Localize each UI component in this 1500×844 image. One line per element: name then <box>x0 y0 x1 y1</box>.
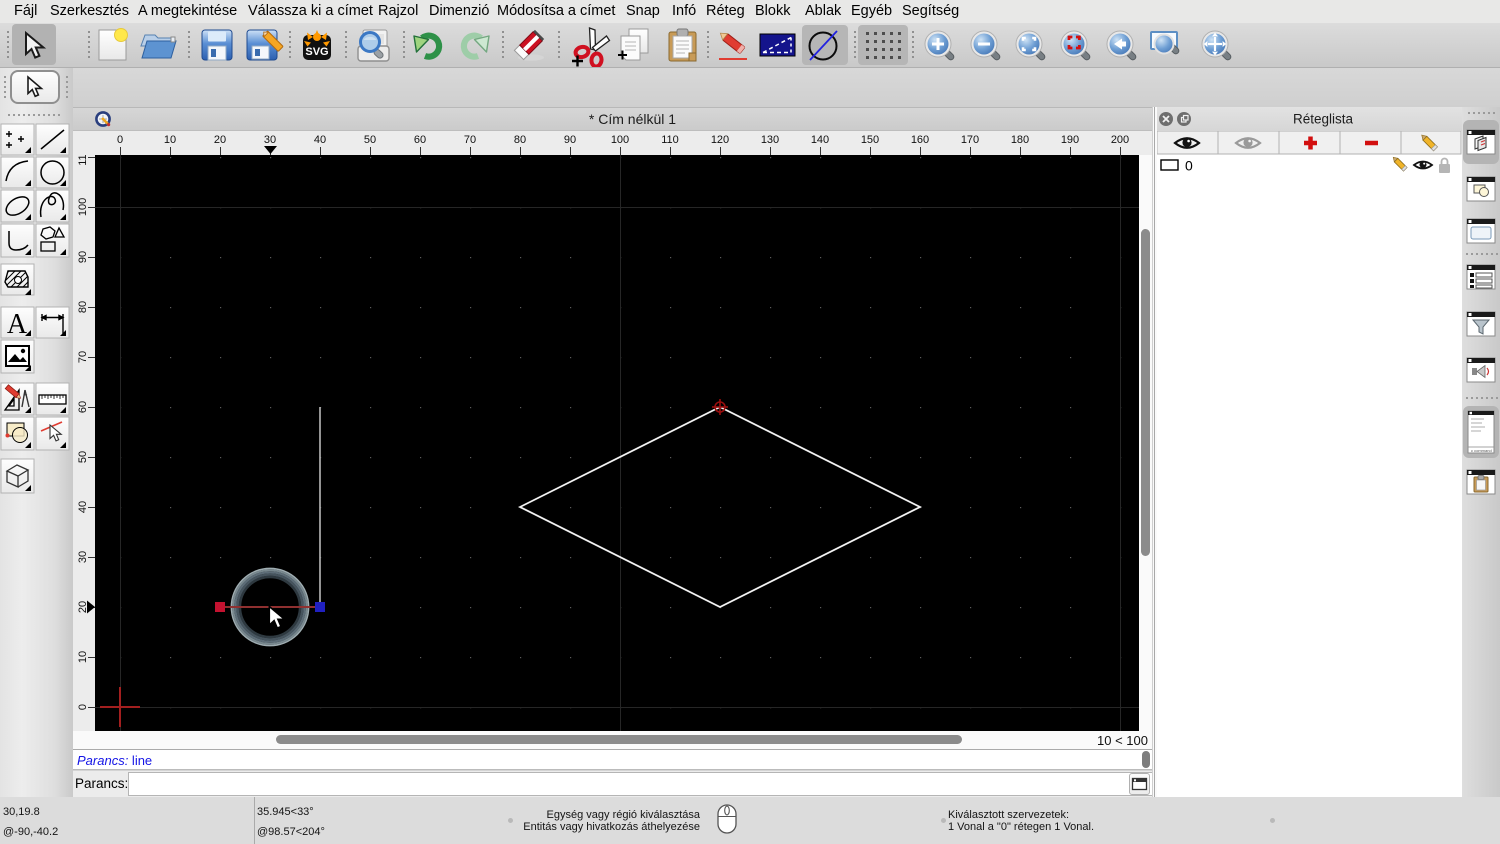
svg-text:120: 120 <box>711 134 729 146</box>
svg-text:70: 70 <box>464 134 476 146</box>
svg-text:SVG: SVG <box>305 46 328 58</box>
svg-text:160: 160 <box>911 134 929 146</box>
svg-text:150: 150 <box>861 134 879 146</box>
svg-text:60: 60 <box>77 401 89 413</box>
svg-text:180: 180 <box>1011 134 1029 146</box>
svg-text:130: 130 <box>761 134 779 146</box>
svg-text:100: 100 <box>611 134 629 146</box>
svg-text:200: 200 <box>1111 134 1129 146</box>
svg-text:c command: c command <box>1471 448 1492 453</box>
svg-text:30: 30 <box>264 134 276 146</box>
svg-text:Réteglista: Réteglista <box>1293 112 1354 127</box>
svg-text:0: 0 <box>117 134 123 146</box>
svg-text:10: 10 <box>164 134 176 146</box>
svg-text:80: 80 <box>77 301 89 313</box>
svg-text:40: 40 <box>77 501 89 513</box>
svg-text:50: 50 <box>364 134 376 146</box>
svg-text:10: 10 <box>77 651 89 663</box>
svg-text:0: 0 <box>1185 158 1193 174</box>
svg-text:0: 0 <box>77 704 89 710</box>
svg-text:190: 190 <box>1061 134 1079 146</box>
svg-text:110: 110 <box>661 134 679 146</box>
svg-text:40: 40 <box>314 134 326 146</box>
svg-text:140: 140 <box>811 134 829 146</box>
svg-text:90: 90 <box>564 134 576 146</box>
svg-text:100: 100 <box>77 198 89 216</box>
svg-text:50: 50 <box>77 451 89 463</box>
svg-text:80: 80 <box>514 134 526 146</box>
svg-text:170: 170 <box>961 134 979 146</box>
svg-text:60: 60 <box>414 134 426 146</box>
svg-text:30: 30 <box>77 551 89 563</box>
svg-text:20: 20 <box>214 134 226 146</box>
svg-text:70: 70 <box>77 351 89 363</box>
svg-text:90: 90 <box>77 251 89 263</box>
svg-text:110: 110 <box>77 155 89 166</box>
svg-text:A: A <box>7 309 28 340</box>
